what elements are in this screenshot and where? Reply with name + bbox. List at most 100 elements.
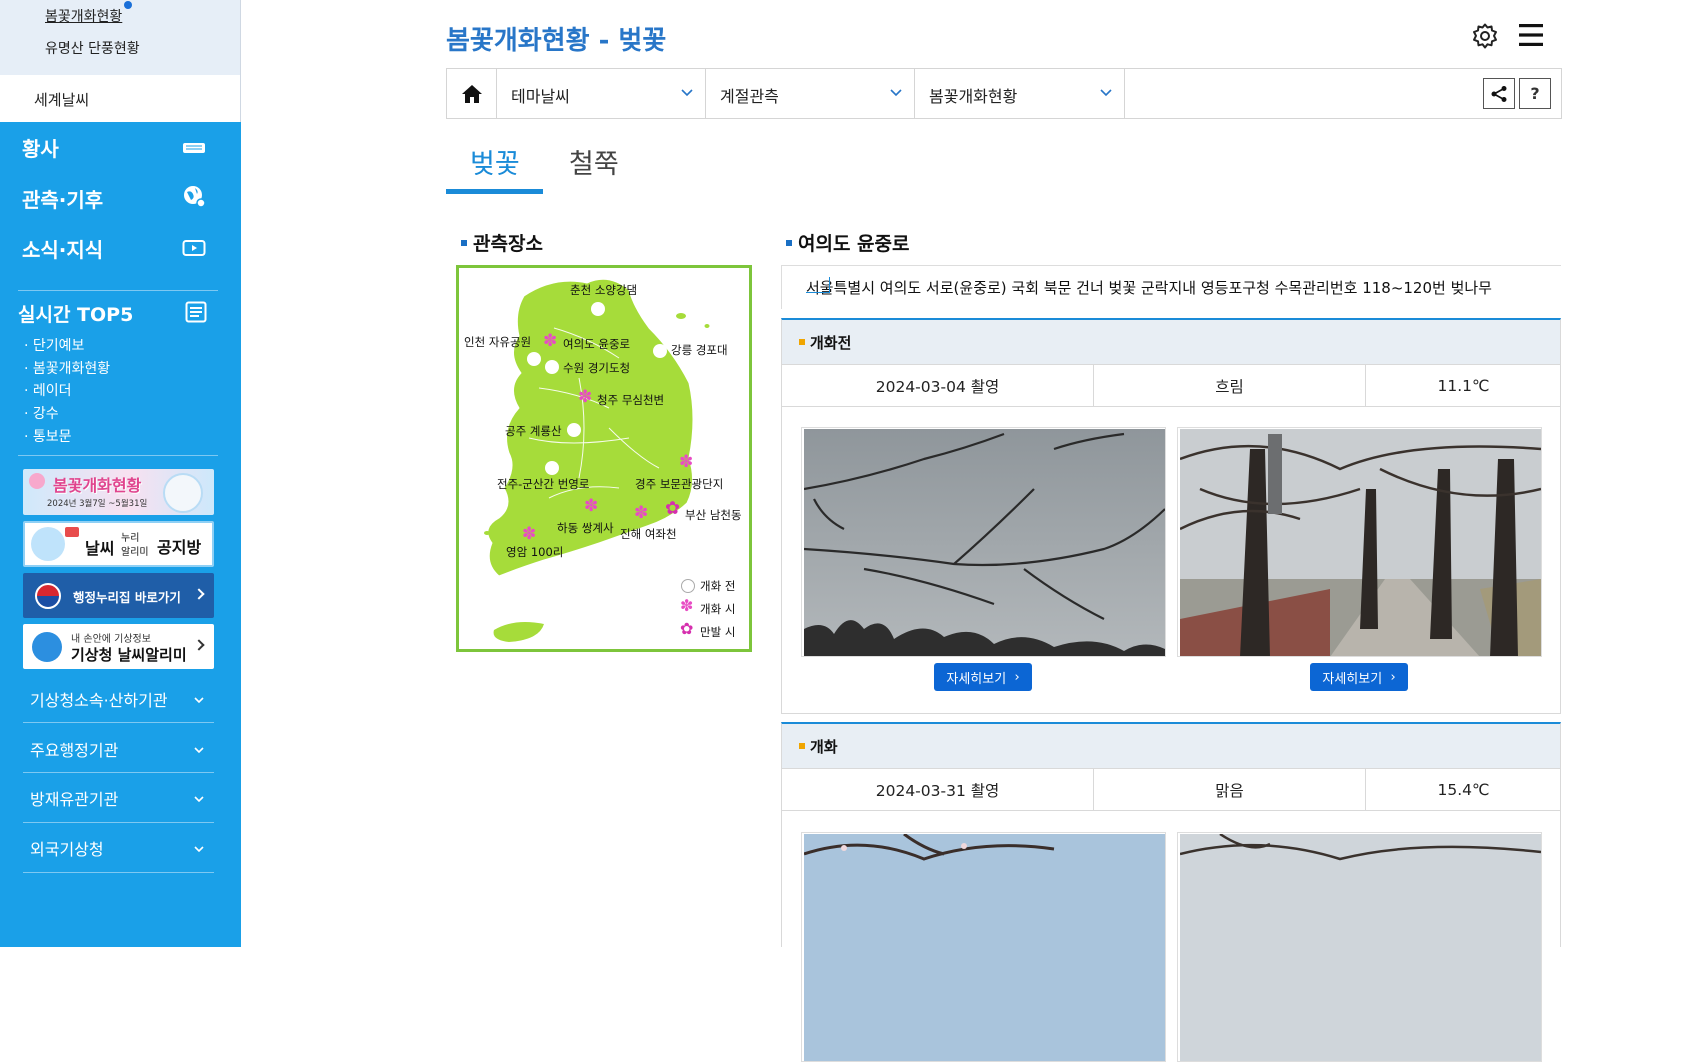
institution-menu-disaster-agencies[interactable]: 방재유관기관 — [30, 786, 118, 810]
bloom-flower-icon[interactable]: ✽ — [584, 498, 598, 515]
cherry-branch-photo[interactable] — [801, 427, 1166, 657]
site-label: 경주 보문관광단지 — [635, 477, 724, 491]
spring-flower-banner[interactable]: 봄꽃개화현황 2024년 3월7일 ~5월31일 — [23, 469, 214, 515]
before-bloom-marker[interactable] — [591, 302, 605, 316]
home-button[interactable] — [447, 69, 497, 118]
cherry-tree-path-photo[interactable] — [1177, 427, 1542, 657]
site-label: 수원 경기도청 — [563, 361, 631, 375]
bloom-flower-icon[interactable]: ✽ — [634, 505, 648, 522]
chevron-down-icon — [1100, 89, 1112, 97]
gov-portal-banner[interactable]: 행정누리집 바로가기 — [23, 573, 214, 618]
top5-item[interactable]: · 단기예보 — [24, 335, 84, 355]
button-label: 자세히보기 — [946, 671, 1007, 687]
chevron-down-icon — [194, 690, 204, 704]
bloom-flower-icon[interactable]: ✽ — [522, 526, 536, 543]
sidebar-item-world-weather[interactable]: 세계날씨 — [0, 75, 241, 122]
site-label: 하동 쌍계사 — [557, 521, 614, 535]
stage-header: 개화 — [782, 724, 1560, 769]
dropdown-label: 테마날씨 — [511, 87, 570, 106]
legend-before-icon — [681, 579, 695, 593]
share-button[interactable] — [1483, 78, 1515, 109]
korea-observation-map: ✽ ✽ ✽ ✽ ✿ ✽ ✽ 춘천 소양강댐 인천 자유공원 여의도 윤중로 수원… — [456, 265, 752, 652]
institution-menu-gov-agencies[interactable]: 주요행정기관 — [30, 737, 118, 761]
bloom-flower-icon[interactable]: ✽ — [578, 389, 592, 406]
chevron-right-icon — [193, 588, 205, 600]
site-label: 강릉 경포대 — [671, 343, 728, 357]
weather-condition: 흐림 — [1094, 365, 1366, 406]
banner-text: 내 손안에 기상정보 — [71, 634, 151, 645]
weather-notice-banner[interactable]: 날씨 누리 알리미 공지방 — [23, 521, 214, 567]
top5-title: 실시간 TOP5 — [18, 304, 134, 326]
temperature: 11.1℃ — [1437, 376, 1490, 395]
divider — [23, 722, 214, 723]
bloom-flower-icon[interactable]: ✽ — [543, 333, 557, 350]
menu-news-knowledge[interactable]: 소식·지식 — [22, 234, 103, 263]
share-icon — [1491, 85, 1507, 102]
before-bloom-marker[interactable] — [527, 352, 541, 366]
top5-item[interactable]: · 통보문 — [24, 426, 72, 446]
divider — [23, 822, 214, 823]
video-icon — [182, 236, 206, 260]
banner-text: 알리미 — [121, 547, 149, 558]
chevron-down-icon — [890, 89, 902, 97]
legend-full-icon: ✿ — [680, 619, 694, 638]
nav-dropdown-spring-flowers[interactable]: 봄꽃개화현황 — [915, 69, 1125, 118]
before-bloom-marker[interactable] — [545, 461, 559, 475]
top5-item[interactable]: · 레이더 — [24, 380, 72, 400]
menu-dust[interactable]: 황사 — [22, 133, 59, 162]
button-label: 자세히보기 — [1322, 671, 1383, 687]
home-icon — [461, 84, 482, 103]
cherry-bloom-path-photo[interactable] — [1177, 832, 1542, 1062]
institution-menu-foreign-met[interactable]: 외국기상청 — [30, 836, 104, 860]
site-label: 춘천 소양강댐 — [570, 283, 638, 297]
nav-dropdown-theme-weather[interactable]: 테마날씨 — [497, 69, 706, 118]
list-icon — [184, 300, 208, 324]
stage-header: 개화전 — [782, 320, 1560, 365]
cherry-bloom-photo[interactable] — [801, 832, 1166, 1062]
site-label: 공주 계룡산 — [505, 424, 562, 438]
banner-text: 기상청 날씨알리미 — [71, 646, 187, 664]
divider — [23, 872, 214, 873]
full-bloom-flower-icon[interactable]: ✿ — [665, 500, 680, 518]
menu-observation-climate[interactable]: 관측·기후 — [22, 184, 103, 213]
megaphone-icon — [65, 527, 79, 537]
detail-section-title: 여의도 윤중로 — [786, 229, 910, 256]
banner-text: 누리 — [121, 533, 140, 544]
dropdown-label: 봄꽃개화현황 — [929, 87, 1018, 106]
divider — [18, 455, 218, 456]
before-bloom-marker[interactable] — [567, 423, 581, 437]
top5-item[interactable]: · 봄꽃개화현황 — [24, 358, 110, 378]
mascot-icon — [31, 527, 65, 561]
help-button[interactable]: ? — [1519, 78, 1551, 109]
divider — [23, 772, 214, 773]
legend-label: 개화 시 — [700, 602, 736, 616]
chevron-right-icon: › — [1390, 669, 1396, 685]
weather-alert-app-banner[interactable]: 내 손안에 기상정보 기상청 날씨알리미 — [23, 624, 214, 669]
institution-menu-kma-affiliates[interactable]: 기상청소속·산하기관 — [30, 687, 168, 711]
before-bloom-marker[interactable] — [545, 360, 559, 374]
site-label: 여의도 윤중로 — [563, 337, 631, 351]
banner-dates: 2024년 3월7일 ~5월31일 — [47, 499, 148, 509]
stage-name: 개화 — [810, 738, 838, 756]
hamburger-menu-icon[interactable] — [1518, 22, 1544, 48]
before-bloom-marker[interactable] — [653, 344, 667, 358]
divider — [18, 290, 218, 291]
tab-cherry-blossom[interactable]: 벚꽃 — [470, 142, 520, 181]
sidebar-sublink-autumn-leaves[interactable]: 유명산 단풍현황 — [45, 38, 140, 58]
banner-text: 날씨 — [85, 539, 115, 558]
bloom-flower-icon[interactable]: ✽ — [679, 454, 693, 471]
site-label: 부산 남천동 — [685, 508, 742, 522]
legend-bloom-icon: ✽ — [680, 596, 694, 615]
site-label: 전주-군산간 번영로 — [497, 477, 590, 491]
stage-name: 개화전 — [810, 334, 852, 352]
legend-label: 만발 시 — [700, 625, 736, 639]
stage-bloom: 개화 2024-03-31 촬영 맑음 15.4℃ — [781, 722, 1561, 1062]
gear-icon[interactable] — [1471, 22, 1499, 50]
globe-icon — [182, 184, 206, 208]
top5-item[interactable]: · 강수 — [24, 403, 59, 423]
view-details-button[interactable]: 자세히보기 › — [1310, 663, 1408, 691]
nav-dropdown-seasonal-obs[interactable]: 계절관측 — [706, 69, 915, 118]
tab-azalea[interactable]: 철쭉 — [569, 142, 619, 181]
view-details-button[interactable]: 자세히보기 › — [934, 663, 1032, 691]
sidebar-sublink-spring-flowers[interactable]: 봄꽃개화현황 — [45, 6, 122, 26]
